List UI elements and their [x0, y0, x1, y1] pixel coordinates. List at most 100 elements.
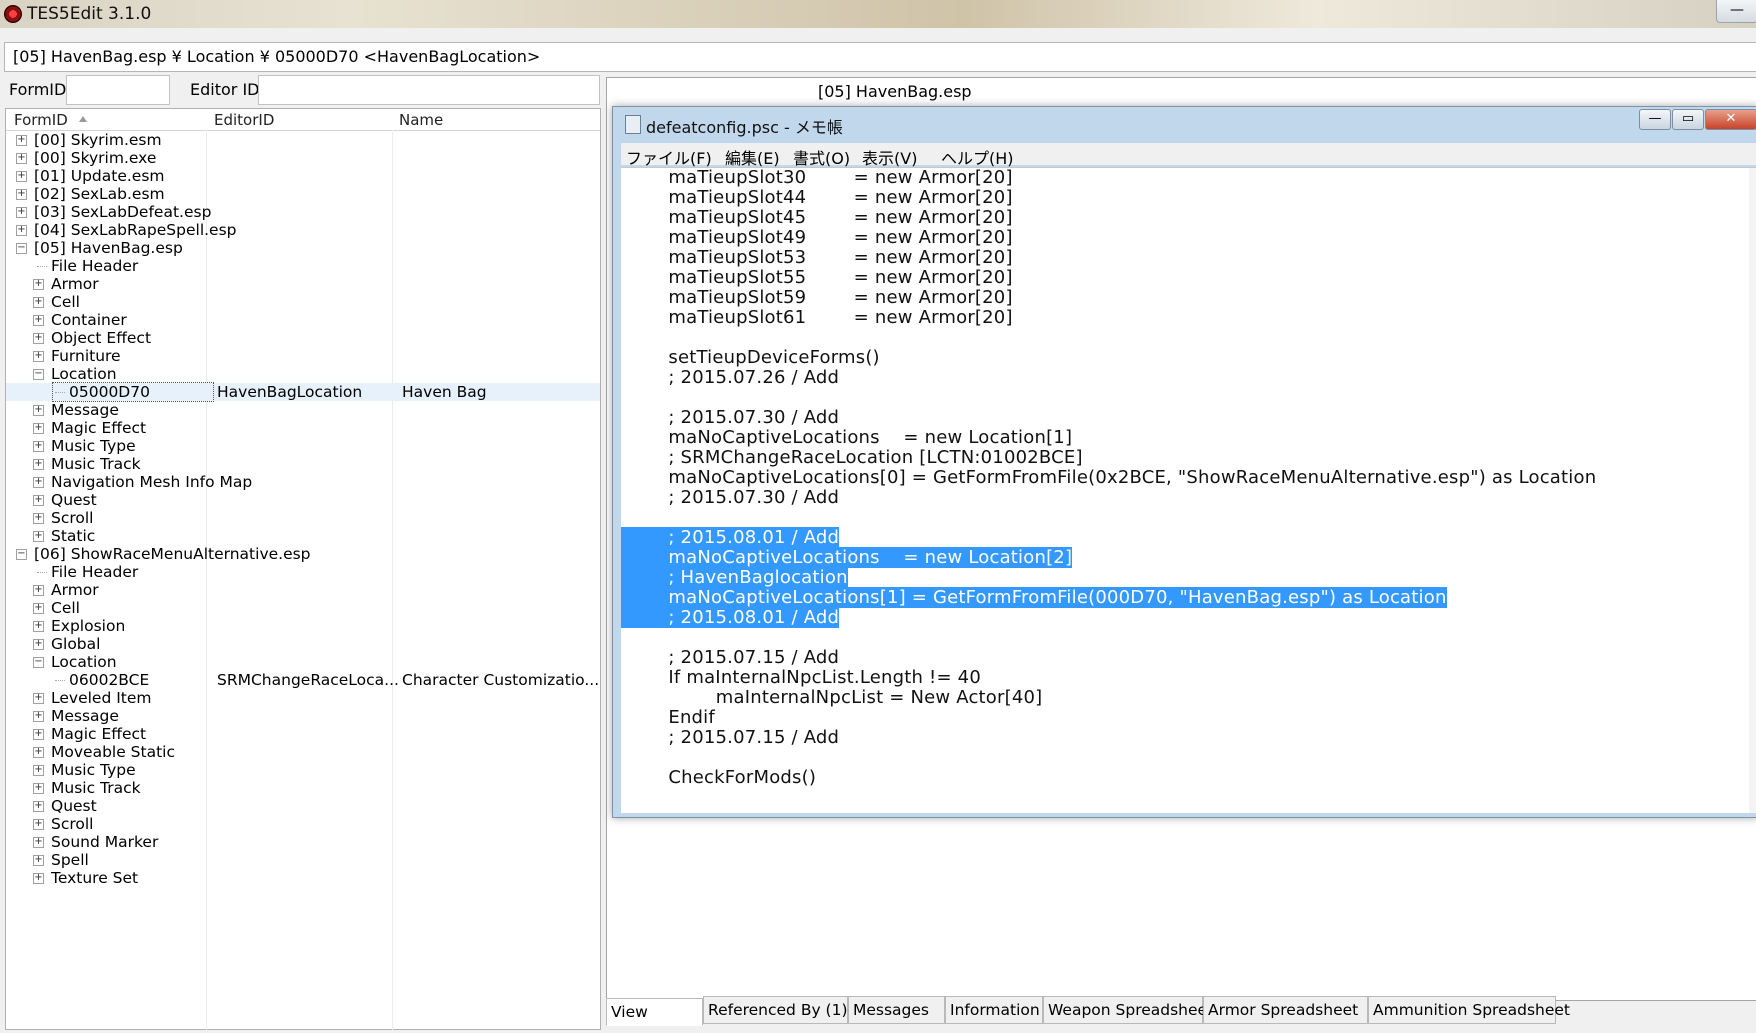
tab-ammunition-spreadsheet[interactable]: Ammunition Spreadsheet — [1368, 996, 1570, 1024]
expand-icon[interactable]: + — [33, 477, 44, 488]
expand-icon[interactable]: + — [33, 495, 44, 506]
column-header-formid[interactable]: FormID — [14, 111, 68, 129]
notepad-close-icon[interactable]: ✕ — [1705, 109, 1756, 130]
tree-row[interactable]: + Cell — [6, 599, 600, 617]
tree-row[interactable]: + Furniture — [6, 347, 600, 365]
collapse-icon[interactable]: − — [16, 549, 27, 560]
record-tree[interactable]: FormID EditorID Name + [00] Skyrim.esm + [0… — [5, 108, 601, 1030]
tree-row[interactable]: 05000D70 HavenBagLocation Haven Bag — [6, 382, 600, 402]
expand-icon[interactable]: + — [16, 135, 27, 146]
expand-icon[interactable]: + — [33, 297, 44, 308]
tab-messages[interactable]: Messages — [848, 996, 945, 1024]
tree-row[interactable]: + Leveled Item — [6, 689, 600, 707]
tree-row[interactable]: 06002BCE SRMChangeRaceLoca... Character Cu… — [6, 671, 600, 689]
expand-icon[interactable]: + — [33, 621, 44, 632]
tree-row[interactable]: + [04] SexLabRapeSpell.esp — [6, 221, 600, 239]
tree-row[interactable]: + Message — [6, 401, 600, 419]
tree-row[interactable]: + Cell — [6, 293, 600, 311]
tree-row[interactable]: + Navigation Mesh Info Map — [6, 473, 600, 491]
expand-icon[interactable]: + — [33, 765, 44, 776]
expand-icon[interactable]: + — [16, 225, 27, 236]
expand-icon[interactable]: + — [33, 423, 44, 434]
expand-icon[interactable]: + — [33, 855, 44, 866]
tree-row[interactable]: + Static — [6, 527, 600, 545]
minimize-button[interactable]: — — [1716, 0, 1756, 23]
tree-row[interactable]: − [06] ShowRaceMenuAlternative.esp — [6, 545, 600, 563]
menu-help[interactable]: ヘルプ(H) — [941, 145, 1014, 169]
tree-row[interactable]: + Magic Effect — [6, 725, 600, 743]
formid-filter-input[interactable] — [66, 75, 170, 105]
tree-row[interactable]: − [05] HavenBag.esp — [6, 239, 600, 257]
tree-row[interactable]: + [01] Update.esm — [6, 167, 600, 185]
tree-row[interactable]: + Armor — [6, 581, 600, 599]
tab-referenced-by-1[interactable]: Referenced By (1) — [703, 996, 848, 1024]
expand-icon[interactable]: + — [33, 693, 44, 704]
tree-row[interactable]: + Quest — [6, 797, 600, 815]
tree-row[interactable]: + [02] SexLab.esm — [6, 185, 600, 203]
expand-icon[interactable]: + — [33, 783, 44, 794]
expand-icon[interactable]: + — [16, 207, 27, 218]
expand-icon[interactable]: + — [16, 171, 27, 182]
expand-icon[interactable]: + — [16, 189, 27, 200]
tree-row[interactable]: + Magic Effect — [6, 419, 600, 437]
menu-edit[interactable]: 編集(E) — [725, 145, 780, 169]
tree-row[interactable]: File Header — [6, 563, 600, 581]
tab-view[interactable]: View — [606, 998, 703, 1026]
tree-row[interactable]: + Quest — [6, 491, 600, 509]
tab-weapon-spreadsheet[interactable]: Weapon Spreadsheet — [1043, 996, 1213, 1024]
expand-icon[interactable]: + — [33, 711, 44, 722]
expand-icon[interactable]: + — [33, 279, 44, 290]
expand-icon[interactable]: + — [16, 153, 27, 164]
collapse-icon[interactable]: − — [16, 243, 27, 254]
expand-icon[interactable]: + — [33, 441, 44, 452]
tree-row[interactable]: + Music Type — [6, 437, 600, 455]
tree-row[interactable]: File Header — [6, 257, 600, 275]
tree-row[interactable]: + Scroll — [6, 509, 600, 527]
tree-row[interactable]: + Sound Marker — [6, 833, 600, 851]
tree-row[interactable]: + Object Effect — [6, 329, 600, 347]
menu-file[interactable]: ファイル(F) — [626, 145, 712, 169]
expand-icon[interactable]: + — [33, 639, 44, 650]
expand-icon[interactable]: + — [33, 819, 44, 830]
notepad-maximize-icon[interactable]: ▭ — [1672, 109, 1704, 130]
tree-row[interactable]: + Message — [6, 707, 600, 725]
editorid-filter-input[interactable] — [258, 75, 600, 105]
tree-row[interactable]: − Location — [6, 365, 600, 383]
tree-row[interactable]: + Global — [6, 635, 600, 653]
expand-icon[interactable]: + — [33, 837, 44, 848]
tree-row[interactable]: + Texture Set — [6, 869, 600, 887]
tree-row[interactable]: + [03] SexLabDefeat.esp — [6, 203, 600, 221]
menu-view[interactable]: 表示(V) — [862, 145, 917, 169]
expand-icon[interactable]: + — [33, 315, 44, 326]
expand-icon[interactable]: + — [33, 801, 44, 812]
tree-row[interactable]: + Spell — [6, 851, 600, 869]
tab-information[interactable]: Information — [945, 996, 1043, 1024]
expand-icon[interactable]: + — [33, 603, 44, 614]
menu-format[interactable]: 書式(O) — [793, 145, 850, 169]
tree-row[interactable]: + Music Type — [6, 761, 600, 779]
expand-icon[interactable]: + — [33, 729, 44, 740]
column-header-editorid[interactable]: EditorID — [214, 111, 274, 129]
tree-row[interactable]: + Explosion — [6, 617, 600, 635]
tree-row[interactable]: − Location — [6, 653, 600, 671]
tree-row[interactable]: + Armor — [6, 275, 600, 293]
tree-row[interactable]: + Scroll — [6, 815, 600, 833]
expand-icon[interactable]: + — [33, 405, 44, 416]
tree-row[interactable]: + Music Track — [6, 455, 600, 473]
collapse-icon[interactable]: − — [33, 369, 44, 380]
tab-armor-spreadsheet[interactable]: Armor Spreadsheet — [1203, 996, 1368, 1024]
column-header-name[interactable]: Name — [399, 111, 443, 129]
expand-icon[interactable]: + — [33, 351, 44, 362]
tree-row[interactable]: + [00] Skyrim.exe — [6, 149, 600, 167]
tree-row[interactable]: + Container — [6, 311, 600, 329]
notepad-minimize-icon[interactable]: — — [1639, 109, 1671, 130]
expand-icon[interactable]: + — [33, 747, 44, 758]
expand-icon[interactable]: + — [33, 459, 44, 470]
collapse-icon[interactable]: − — [33, 657, 44, 668]
expand-icon[interactable]: + — [33, 531, 44, 542]
tree-row[interactable]: + Music Track — [6, 779, 600, 797]
notepad-text-area[interactable]: maTieupSlot30 = new Armor[20] maTieupSlo… — [621, 167, 1756, 813]
notepad-scrollbar[interactable] — [1749, 168, 1756, 813]
expand-icon[interactable]: + — [33, 585, 44, 596]
tree-row[interactable]: + Moveable Static — [6, 743, 600, 761]
